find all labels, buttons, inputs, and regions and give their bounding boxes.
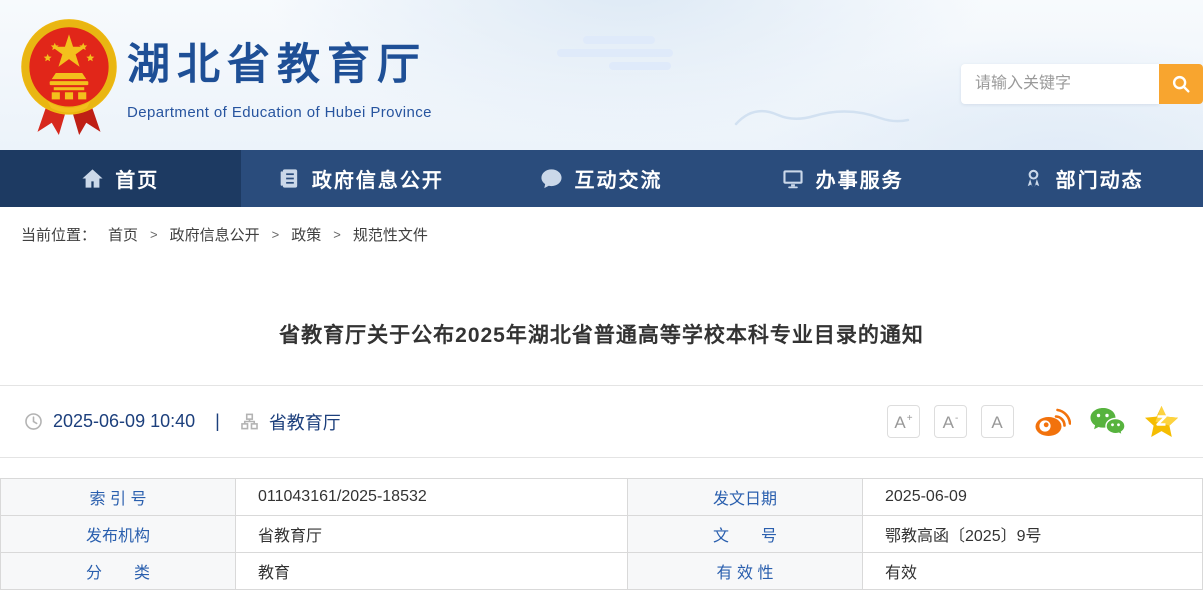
- breadcrumb-item-normative-docs[interactable]: 规范性文件: [353, 224, 428, 245]
- doc-field-value: 2025-06-09: [863, 479, 1203, 516]
- search-button[interactable]: [1159, 64, 1203, 104]
- cloud-line-decoration: [732, 98, 912, 134]
- doc-field-label: 文 号: [628, 516, 863, 553]
- nav-item-gov-info[interactable]: 政府信息公开: [241, 150, 482, 207]
- publish-source: 省教育厅: [269, 409, 341, 435]
- clock-icon: [24, 412, 43, 431]
- document-icon: [278, 167, 301, 190]
- doc-field-label: 发文日期: [628, 479, 863, 516]
- home-icon: [81, 167, 104, 190]
- nav-item-label: 首页: [115, 164, 159, 193]
- wechat-icon[interactable]: [1089, 406, 1126, 438]
- site-subtitle: Department of Education of Hubei Provinc…: [127, 104, 432, 121]
- national-emblem-logo: [18, 12, 120, 138]
- cloud-decoration: [557, 36, 673, 70]
- breadcrumb: 当前位置： 首页 > 政府信息公开 > 政策 > 规范性文件: [0, 207, 1203, 259]
- nav-item-label: 办事服务: [816, 164, 904, 193]
- nav-item-label: 互动交流: [574, 164, 662, 193]
- badge-icon: [1022, 167, 1045, 190]
- breadcrumb-separator: >: [150, 227, 158, 242]
- breadcrumb-prefix: 当前位置：: [21, 224, 96, 245]
- search-bar: [961, 64, 1203, 104]
- nav-item-services[interactable]: 办事服务: [722, 150, 963, 207]
- doc-field-value: 省教育厅: [236, 516, 628, 553]
- doc-field-label: 有 效 性: [628, 553, 863, 590]
- site-header: 湖北省教育厅 Department of Education of Hubei …: [0, 0, 1203, 150]
- site-title: 湖北省教育厅: [127, 30, 432, 92]
- weibo-icon[interactable]: [1034, 406, 1071, 437]
- publish-datetime: 2025-06-09 10:40: [53, 411, 195, 432]
- nav-item-label: 部门动态: [1056, 164, 1144, 193]
- meta-separator: |: [215, 411, 220, 432]
- article-tools: A+ A- A: [887, 405, 1179, 439]
- font-decrease-button[interactable]: A-: [934, 405, 967, 438]
- table-row: 分 类 教育 有 效 性 有效: [1, 553, 1203, 590]
- site-brand: 湖北省教育厅 Department of Education of Hubei …: [127, 30, 432, 121]
- article-meta: 2025-06-09 10:40 | 省教育厅: [24, 409, 341, 435]
- font-reset-button[interactable]: A: [981, 405, 1014, 438]
- chat-bubble-icon: [540, 167, 563, 190]
- article-title: 省教育厅关于公布2025年湖北省普通高等学校本科专业目录的通知: [0, 319, 1203, 349]
- breadcrumb-item-gov-info[interactable]: 政府信息公开: [170, 224, 260, 245]
- breadcrumb-item-home[interactable]: 首页: [108, 224, 138, 245]
- search-icon: [1170, 73, 1192, 95]
- doc-field-label: 发布机构: [1, 516, 236, 553]
- breadcrumb-separator: >: [333, 227, 341, 242]
- nav-item-home[interactable]: 首页: [0, 150, 241, 207]
- doc-field-value: 教育: [236, 553, 628, 590]
- doc-field-label: 索 引 号: [1, 479, 236, 516]
- doc-field-value: 011043161/2025-18532: [236, 479, 628, 516]
- doc-field-value: 有效: [863, 553, 1203, 590]
- main-nav: 首页 政府信息公开 互动交流 办事服务 部门动态: [0, 150, 1203, 207]
- breadcrumb-separator: >: [272, 227, 280, 242]
- doc-field-label: 分 类: [1, 553, 236, 590]
- table-row: 发布机构 省教育厅 文 号 鄂教高函〔2025〕9号: [1, 516, 1203, 553]
- nav-item-label: 政府信息公开: [312, 164, 444, 193]
- qzone-icon[interactable]: [1144, 405, 1179, 439]
- breadcrumb-item-policy[interactable]: 政策: [291, 224, 321, 245]
- search-input[interactable]: [961, 64, 1159, 104]
- nav-item-interaction[interactable]: 互动交流: [481, 150, 722, 207]
- monitor-icon: [781, 167, 805, 190]
- font-increase-button[interactable]: A+: [887, 405, 920, 438]
- doc-field-value: 鄂教高函〔2025〕9号: [863, 516, 1203, 553]
- table-row: 索 引 号 011043161/2025-18532 发文日期 2025-06-…: [1, 479, 1203, 516]
- nav-item-department-news[interactable]: 部门动态: [962, 150, 1203, 207]
- sitemap-icon: [240, 412, 259, 431]
- doc-info-table: 索 引 号 011043161/2025-18532 发文日期 2025-06-…: [0, 478, 1203, 590]
- page: 湖北省教育厅 Department of Education of Hubei …: [0, 0, 1203, 611]
- article-meta-bar: 2025-06-09 10:40 | 省教育厅 A+ A- A: [0, 385, 1203, 458]
